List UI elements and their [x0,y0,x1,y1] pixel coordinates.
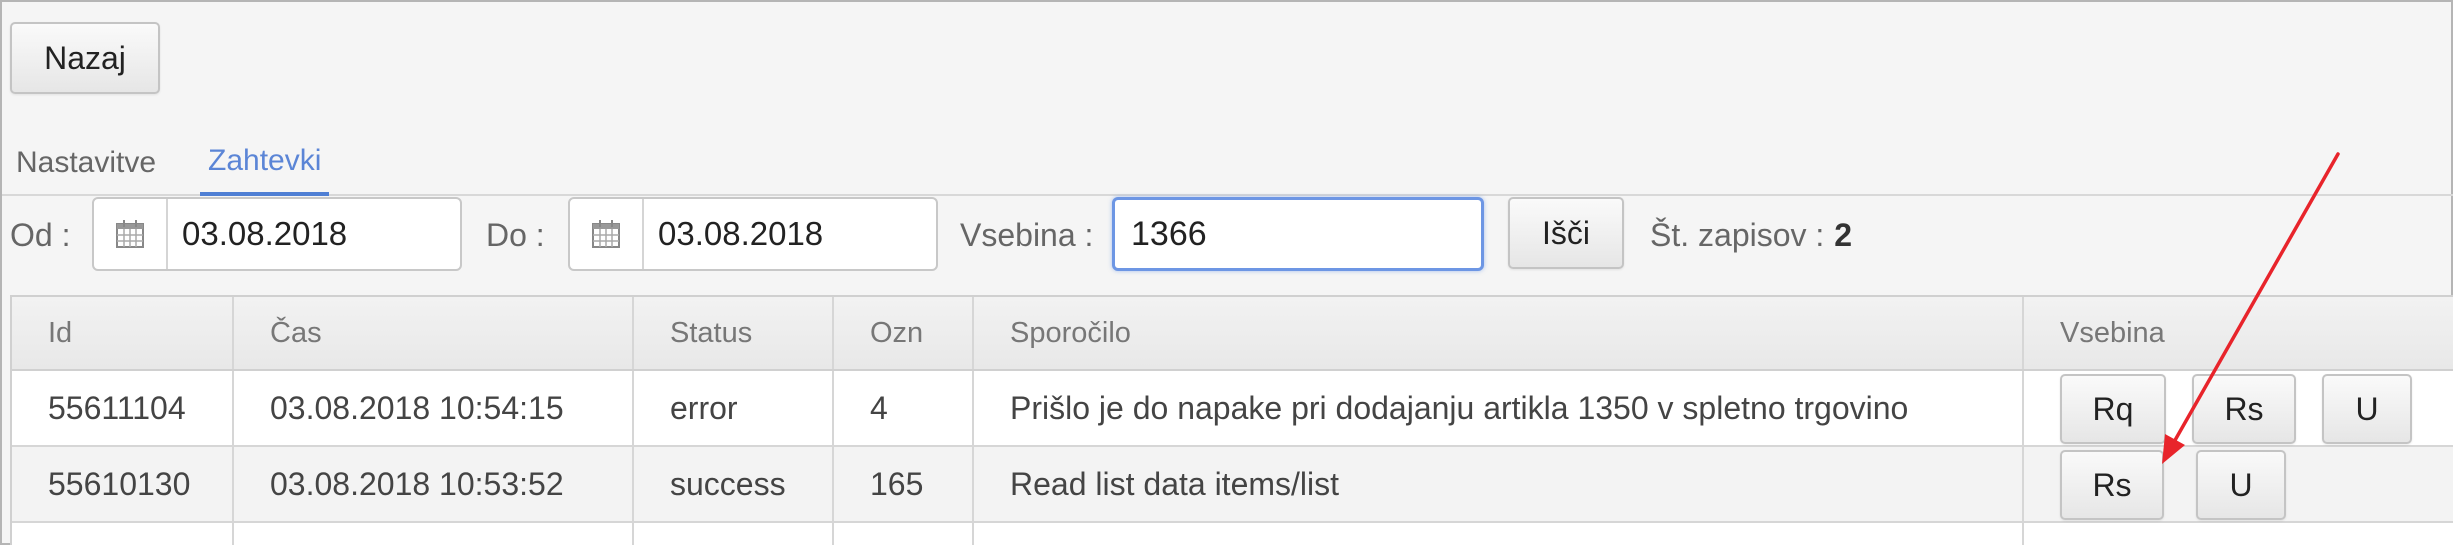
to-label: Do : [486,216,545,253]
cell-id: 55611104 [12,371,234,445]
cell-empty [12,523,234,545]
cell-time: 03.08.2018 10:54:15 [234,371,634,445]
u-button[interactable]: U [2322,374,2412,444]
cell-id: 55610130 [12,447,234,521]
record-count: Št. zapisov : 2 [1650,199,1852,271]
cell-time: 03.08.2018 10:53:52 [234,447,634,521]
from-date-field[interactable]: 03.08.2018 [92,197,462,271]
from-label: Od : [10,216,71,253]
header-time[interactable]: Čas [234,297,634,369]
cell-empty [634,523,834,545]
cell-empty [974,523,2024,545]
table-row-partial [12,523,2453,545]
cell-empty [834,523,974,545]
header-id[interactable]: Id [12,297,234,369]
header-ozn[interactable]: Ozn [834,297,974,369]
table-row[interactable]: 55610130 03.08.2018 10:53:52 success 165… [12,447,2453,523]
cell-message: Read list data items/list [974,447,2024,521]
tab-requests[interactable]: Zahtevki [200,130,330,196]
back-button[interactable]: Nazaj [10,22,160,94]
header-status[interactable]: Status [634,297,834,369]
header-content[interactable]: Vsebina [2024,297,2453,369]
cell-status: success [634,447,834,521]
content-search-input[interactable] [1112,197,1484,271]
requests-table: Id Čas Status Ozn Sporočilo Vsebina 5561… [10,295,2453,545]
record-count-label: Št. zapisov : [1650,216,1825,253]
calendar-icon[interactable] [94,199,168,269]
calendar-icon[interactable] [570,199,644,269]
cell-empty [234,523,634,545]
cell-status: error [634,371,834,445]
table-row[interactable]: 55611104 03.08.2018 10:54:15 error 4 Pri… [12,371,2453,447]
search-button[interactable]: Išči [1508,197,1624,269]
cell-content-actions: Rs U [2024,447,2453,521]
to-date-field[interactable]: 03.08.2018 [568,197,938,271]
record-count-value: 2 [1834,216,1853,253]
cell-ozn: 4 [834,371,974,445]
response-button[interactable]: Rs [2060,450,2164,520]
from-date-value: 03.08.2018 [182,215,348,252]
cell-content-actions: Rq Rs U [2024,371,2453,445]
request-button[interactable]: Rq [2060,374,2166,444]
u-button[interactable]: U [2196,450,2286,520]
content-label: Vsebina : [960,216,1094,253]
tab-bar: Nastavitve Zahtevki [2,130,2453,196]
cell-message: Prišlo je do napake pri dodajanju artikl… [974,371,2024,445]
tab-settings[interactable]: Nastavitve [16,130,156,196]
response-button[interactable]: Rs [2192,374,2296,444]
app-frame: Nazaj Nastavitve Zahtevki Od : 03.08.201… [0,0,2453,545]
table-header: Id Čas Status Ozn Sporočilo Vsebina [12,295,2453,371]
to-date-value: 03.08.2018 [658,215,824,252]
header-message[interactable]: Sporočilo [974,297,2024,369]
cell-ozn: 165 [834,447,974,521]
